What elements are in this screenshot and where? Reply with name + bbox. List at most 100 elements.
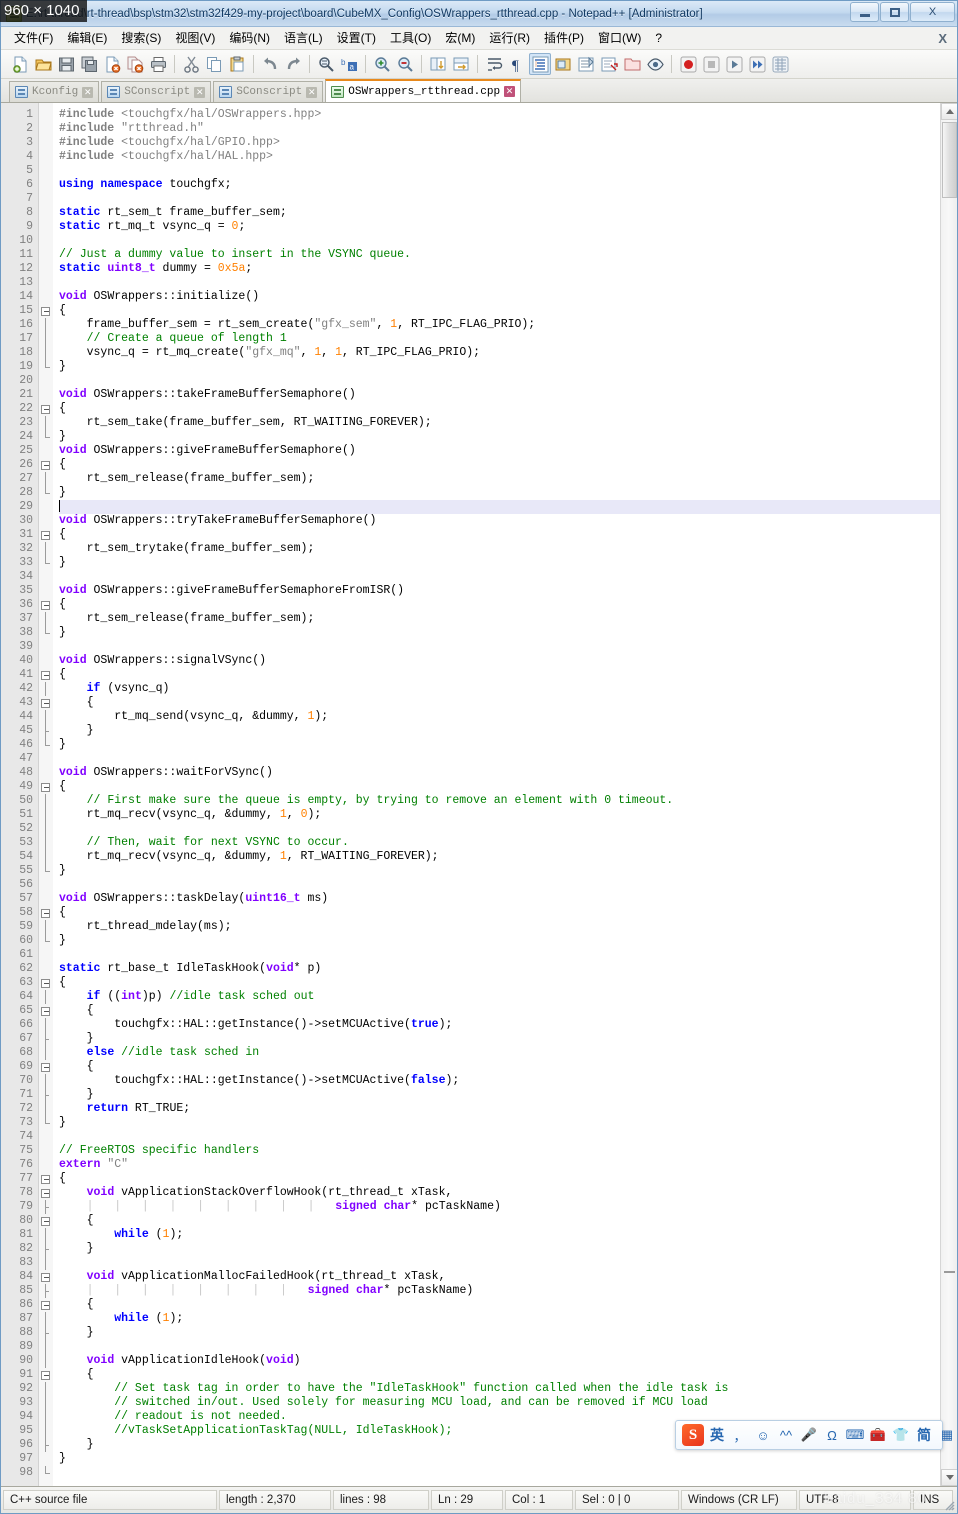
close-button[interactable]: X: [910, 2, 955, 22]
menu-item-language[interactable]: 语言(L): [277, 29, 330, 47]
fold-collapse-icon[interactable]: [41, 1007, 50, 1016]
tab-close-icon[interactable]: ✕: [194, 86, 206, 98]
macro-record-icon[interactable]: [677, 53, 699, 75]
word-wrap-icon[interactable]: [483, 53, 505, 75]
menu-item-window[interactable]: 窗口(W): [591, 29, 648, 47]
fold-collapse-icon[interactable]: [41, 1217, 50, 1226]
tab-close-icon[interactable]: ✕: [82, 86, 94, 98]
ime-punctuation-mode-icon[interactable]: ，: [730, 1424, 750, 1446]
macro-play-icon[interactable]: [723, 53, 745, 75]
status-eol[interactable]: Windows (CR LF): [681, 1490, 797, 1510]
fold-collapse-icon[interactable]: [41, 979, 50, 988]
close-all-icon[interactable]: [124, 53, 146, 75]
menu-item-edit[interactable]: 编辑(E): [60, 29, 114, 47]
zoom-out-icon[interactable]: [394, 53, 416, 75]
ime-expression-icon[interactable]: ^^: [776, 1424, 796, 1446]
macro-playback-multiple-icon[interactable]: [746, 53, 768, 75]
show-indent-guide-icon[interactable]: [529, 53, 551, 75]
macro-stop-icon[interactable]: [700, 53, 722, 75]
fold-margin[interactable]: [39, 103, 53, 1486]
fold-marker[interactable]: [39, 528, 53, 542]
tab-oswrappers-rtthread-cpp[interactable]: OSWrappers_rtthread.cpp ✕: [325, 79, 522, 102]
fold-collapse-icon[interactable]: [41, 1189, 50, 1198]
fold-marker[interactable]: [39, 1172, 53, 1186]
menu-item-macro[interactable]: 宏(M): [438, 29, 482, 47]
ime-toolbox-icon[interactable]: 🧰: [868, 1424, 888, 1446]
monitoring-icon[interactable]: [644, 53, 666, 75]
ime-language-mode-icon[interactable]: 英: [707, 1424, 727, 1446]
fold-collapse-icon[interactable]: [41, 783, 50, 792]
scroll-down-button[interactable]: [941, 1469, 957, 1486]
ime-voice-input-icon[interactable]: 🎤: [799, 1424, 819, 1446]
vertical-scrollbar[interactable]: [940, 103, 957, 1486]
close-file-icon[interactable]: [101, 53, 123, 75]
fold-marker[interactable]: [39, 1004, 53, 1018]
status-encoding[interactable]: UTF-8: [799, 1490, 911, 1510]
menu-item-tools[interactable]: 工具(O): [383, 29, 438, 47]
tab-sconscript-2[interactable]: SConscript ✕: [213, 81, 324, 102]
maximize-button[interactable]: [880, 2, 909, 22]
cut-icon[interactable]: [180, 53, 202, 75]
sogou-ime-toolbar[interactable]: S 英 ， ☺ ^^ 🎤 Ω ⌨ 🧰 👕 简 ▦: [675, 1420, 953, 1450]
function-list-icon[interactable]: [598, 53, 620, 75]
undo-icon[interactable]: [259, 53, 281, 75]
fold-marker[interactable]: [39, 1214, 53, 1228]
menu-item-help[interactable]: ?: [648, 29, 669, 47]
code-view[interactable]: 1 2 3 4 5 6 7 8 9 10 11 12 13 14 15 16 17 18 19 20 21 22 23 24 2…: [1, 103, 940, 1486]
menu-item-encoding[interactable]: 编码(N): [222, 29, 277, 47]
scroll-up-button[interactable]: [941, 103, 957, 120]
fold-collapse-icon[interactable]: [41, 1273, 50, 1282]
redo-icon[interactable]: [282, 53, 304, 75]
print-icon[interactable]: [147, 53, 169, 75]
tab-sconscript-1[interactable]: SConscript ✕: [101, 81, 212, 102]
fold-collapse-icon[interactable]: [41, 909, 50, 918]
fold-marker[interactable]: [39, 906, 53, 920]
fold-marker[interactable]: [39, 780, 53, 794]
fold-marker[interactable]: [39, 458, 53, 472]
ime-simplified-mode-icon[interactable]: 简: [914, 1424, 934, 1446]
fold-marker[interactable]: [39, 598, 53, 612]
fold-collapse-icon[interactable]: [41, 1301, 50, 1310]
show-all-characters-icon[interactable]: ¶: [506, 53, 528, 75]
ime-emoji-icon[interactable]: ☺: [753, 1424, 773, 1446]
ime-symbol-input-icon[interactable]: Ω: [822, 1424, 842, 1446]
ime-app-grid-icon[interactable]: ▦: [937, 1424, 957, 1446]
fold-marker[interactable]: [39, 1368, 53, 1382]
fold-marker[interactable]: [39, 976, 53, 990]
fold-marker[interactable]: [39, 696, 53, 710]
fold-collapse-icon[interactable]: [41, 601, 50, 610]
menu-item-settings[interactable]: 设置(T): [330, 29, 383, 47]
menu-item-run[interactable]: 运行(R): [482, 29, 537, 47]
menu-item-file[interactable]: 文件(F): [7, 29, 60, 47]
menu-item-view[interactable]: 视图(V): [168, 29, 222, 47]
replace-icon[interactable]: ba: [338, 53, 360, 75]
resize-grip[interactable]: [943, 1499, 955, 1511]
tab-kconfig[interactable]: Kconfig ✕: [9, 81, 100, 102]
scrollbar-thumb[interactable]: [942, 122, 957, 198]
fold-collapse-icon[interactable]: [41, 1175, 50, 1184]
fold-marker[interactable]: [39, 402, 53, 416]
menu-item-search[interactable]: 搜索(S): [114, 29, 168, 47]
fold-marker[interactable]: [39, 1270, 53, 1284]
copy-icon[interactable]: [203, 53, 225, 75]
tab-close-icon[interactable]: ✕: [504, 86, 516, 97]
sogou-logo-icon[interactable]: S: [682, 1424, 704, 1446]
fold-collapse-icon[interactable]: [41, 671, 50, 680]
fold-collapse-icon[interactable]: [41, 1371, 50, 1380]
fold-collapse-icon[interactable]: [41, 1063, 50, 1072]
tab-close-icon[interactable]: ✕: [306, 86, 318, 98]
macro-save-icon[interactable]: [769, 53, 791, 75]
folder-as-workspace-icon[interactable]: [621, 53, 643, 75]
fold-marker[interactable]: [39, 304, 53, 318]
open-file-icon[interactable]: [32, 53, 54, 75]
user-defined-dialog-icon[interactable]: [552, 53, 574, 75]
save-all-icon[interactable]: [78, 53, 100, 75]
new-file-icon[interactable]: [9, 53, 31, 75]
fold-marker[interactable]: [39, 668, 53, 682]
find-icon[interactable]: [315, 53, 337, 75]
fold-collapse-icon[interactable]: [41, 307, 50, 316]
ime-skin-icon[interactable]: 👕: [891, 1424, 911, 1446]
fold-collapse-icon[interactable]: [41, 461, 50, 470]
show-document-map-icon[interactable]: [575, 53, 597, 75]
minimize-button[interactable]: [850, 2, 879, 22]
